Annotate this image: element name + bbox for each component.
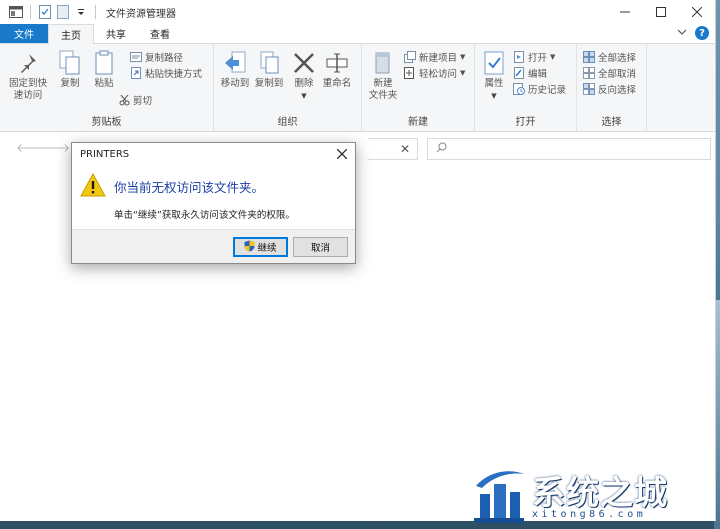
maximize-button[interactable] (643, 0, 679, 24)
new-item-dropdown-icon[interactable]: ▼ (460, 53, 465, 61)
copy-to-button[interactable]: 复制到 (252, 48, 286, 90)
close-button[interactable] (679, 0, 715, 24)
move-to-button[interactable]: 移动到 (218, 48, 252, 90)
dialog-footer: 继续 取消 (72, 229, 355, 263)
dialog-body: 你当前无权访问该文件夹。 单击“继续”获取永久访问该文件夹的权限。 (72, 165, 355, 230)
minimize-button[interactable] (607, 0, 643, 24)
scissors-icon (118, 94, 130, 106)
continue-button[interactable]: 继续 (233, 237, 288, 257)
paste-button[interactable]: 粘贴 (88, 48, 120, 90)
address-field[interactable]: ✕ (368, 138, 418, 160)
tab-home[interactable]: 主页 (48, 24, 94, 44)
tab-file[interactable]: 文件 (0, 24, 48, 43)
dialog-title: PRINTERS (80, 148, 130, 160)
new-folder-qat-icon[interactable] (55, 4, 71, 20)
window-icon (8, 4, 24, 20)
group-label-new: 新建 (408, 117, 428, 128)
dialog-sub-message: 单击“继续”获取永久访问该文件夹的权限。 (114, 210, 295, 221)
invert-selection-icon (583, 83, 595, 95)
properties-dropdown-icon[interactable]: ▼ (491, 90, 496, 102)
paste-shortcut-icon (130, 67, 142, 79)
qat-dropdown-icon[interactable] (73, 4, 89, 20)
edit-icon (513, 67, 525, 79)
copy-path-icon (130, 51, 142, 63)
properties-icon (480, 48, 508, 78)
window-title: 文件资源管理器 (106, 8, 176, 20)
ribbon-tabs: 文件 主页 共享 查看 ? (0, 24, 715, 44)
group-label-open: 打开 (515, 117, 536, 128)
site-watermark: 系统之城 xitong86.com (462, 462, 720, 529)
properties-button[interactable]: 属性 ▼ (479, 48, 509, 102)
open-dropdown-icon[interactable]: ▼ (550, 53, 555, 61)
select-none-icon (583, 67, 595, 79)
group-organize: 移动到 复制到 删除 ▼ 重命名 组织 (214, 44, 362, 131)
cut-button[interactable]: 剪切 (118, 93, 152, 107)
watermark-title: 系统之城 (532, 473, 668, 512)
easy-access-icon (404, 67, 416, 79)
title-bar: 文件资源管理器 (0, 0, 715, 24)
delete-button[interactable]: 删除 ▼ (290, 48, 318, 102)
rename-button[interactable]: 重命名 (320, 48, 354, 90)
new-folder-icon (369, 48, 397, 78)
watermark-url: xitong86.com (532, 509, 647, 520)
open-button[interactable]: 打开 ▼ (513, 50, 555, 64)
properties-qat-icon[interactable] (37, 4, 53, 20)
quick-access-toolbar (0, 4, 100, 20)
group-clipboard: 固定到快 速访问 复制 粘贴 复制路径 粘贴快捷方式 剪切 剪贴板 (0, 44, 214, 131)
pin-icon (14, 48, 42, 78)
group-label-organize: 组织 (277, 117, 298, 128)
new-item-icon (404, 51, 416, 63)
open-icon (513, 51, 525, 63)
pin-quick-access-button[interactable]: 固定到快 速访问 (8, 48, 48, 102)
easy-access-dropdown-icon[interactable]: ▼ (460, 69, 465, 77)
group-label-clipboard: 剪贴板 (91, 117, 122, 128)
history-icon (513, 83, 525, 95)
delete-x-icon (290, 48, 318, 78)
easy-access-button[interactable]: 轻松访问 ▼ (404, 66, 465, 80)
castle-logo-icon (470, 464, 528, 527)
shield-icon (244, 240, 255, 255)
new-folder-button[interactable]: 新建 文件夹 (366, 48, 400, 102)
group-open: 属性 ▼ 打开 ▼ 编辑 历史记录 打开 (475, 44, 577, 131)
copy-to-icon (255, 48, 283, 78)
select-none-button[interactable]: 全部取消 (583, 66, 636, 80)
cancel-button[interactable]: 取消 (293, 237, 348, 257)
copy-path-button[interactable]: 复制路径 (130, 50, 183, 64)
tab-share[interactable]: 共享 (94, 24, 138, 43)
edit-button[interactable]: 编辑 (513, 66, 547, 80)
clear-address-icon[interactable]: ✕ (393, 142, 417, 156)
dialog-close-button[interactable] (333, 145, 351, 163)
select-all-icon (583, 51, 595, 63)
paste-shortcut-button[interactable]: 粘贴快捷方式 (130, 66, 202, 80)
warning-icon (80, 172, 106, 197)
ribbon: 固定到快 速访问 复制 粘贴 复制路径 粘贴快捷方式 剪切 剪贴板 移动到 复制… (0, 44, 715, 132)
copy-icon (56, 48, 84, 78)
dialog-main-message: 你当前无权访问该文件夹。 (114, 180, 265, 195)
window-controls (607, 0, 715, 24)
search-icon (436, 142, 447, 156)
history-button[interactable]: 历史记录 (513, 82, 566, 96)
select-all-button[interactable]: 全部选择 (583, 50, 636, 64)
dialog-title-bar: PRINTERS (72, 143, 355, 165)
group-new: 新建 文件夹 新建项目 ▼ 轻松访问 ▼ 新建 (362, 44, 475, 131)
move-to-icon (221, 48, 249, 78)
invert-selection-button[interactable]: 反向选择 (583, 82, 636, 96)
tab-view[interactable]: 查看 (138, 24, 182, 43)
paste-icon (90, 48, 118, 78)
new-item-button[interactable]: 新建项目 ▼ (404, 50, 465, 64)
ribbon-expand-icon[interactable] (677, 28, 687, 38)
group-select: 全部选择 全部取消 反向选择 选择 (577, 44, 647, 131)
delete-dropdown-icon[interactable]: ▼ (301, 90, 306, 102)
copy-button[interactable]: 复制 (54, 48, 86, 90)
group-label-select: 选择 (601, 117, 622, 128)
rename-icon (323, 48, 351, 78)
search-input[interactable] (427, 138, 711, 160)
help-icon[interactable]: ? (695, 26, 709, 40)
permission-dialog: PRINTERS 你当前无权访问该文件夹。 单击“继续”获取永久访问该文件夹的权… (71, 142, 356, 264)
forward-arrow-icon[interactable]: 🡒 (38, 140, 70, 155)
